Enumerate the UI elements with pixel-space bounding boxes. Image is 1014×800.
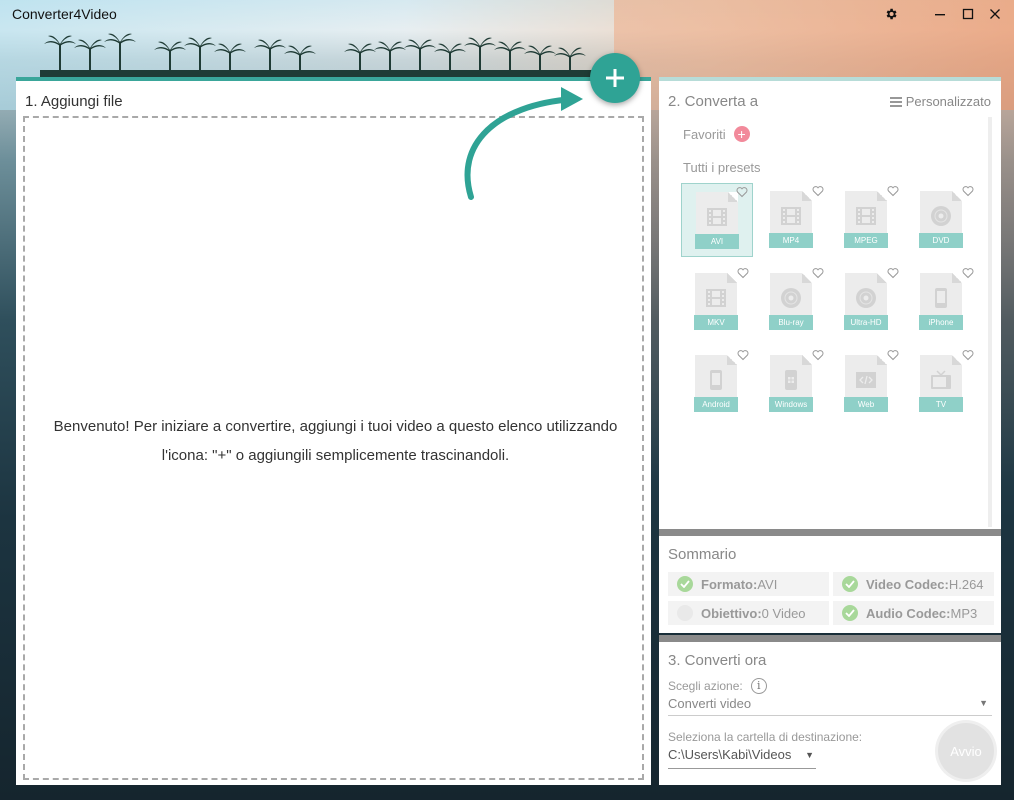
preset-mp4[interactable]: MP4 bbox=[756, 183, 828, 257]
disc-icon bbox=[854, 286, 878, 310]
custom-preset-button[interactable]: Personalizzato bbox=[889, 94, 991, 109]
add-favorite-icon[interactable]: + bbox=[733, 126, 750, 142]
panel-divider bbox=[659, 635, 1001, 642]
convert-to-heading: 2. Converta a bbox=[668, 93, 759, 110]
panel-divider bbox=[659, 529, 1001, 536]
action-value: Converti video bbox=[668, 696, 752, 711]
preset-tv[interactable]: TV bbox=[906, 347, 978, 421]
action-label: Scegli azione: bbox=[668, 679, 743, 693]
phone-icon bbox=[929, 286, 953, 310]
welcome-line-2: l'icona: "+" o aggiungili semplicemente … bbox=[161, 447, 510, 464]
favorite-heart-icon[interactable] bbox=[737, 348, 749, 361]
favorite-heart-icon[interactable] bbox=[736, 185, 748, 198]
welcome-line-1: Benvenuto! Per iniziare a convertire, ag… bbox=[53, 418, 618, 435]
menu-icon bbox=[889, 96, 902, 107]
film-icon bbox=[705, 205, 729, 229]
start-button[interactable]: Avvio bbox=[938, 723, 994, 779]
tv-icon bbox=[929, 368, 953, 392]
destination-label: Seleziona la cartella di destinazione: bbox=[668, 730, 863, 744]
welcome-message: Benvenuto! Per iniziare a convertire, ag… bbox=[45, 412, 626, 470]
check-icon bbox=[677, 576, 693, 592]
preset-dvd[interactable]: DVD bbox=[906, 183, 978, 257]
summary-item-audio-codec: Audio Codec: MP3 bbox=[833, 601, 994, 625]
summary-item-video-codec: Video Codec: H.264 bbox=[833, 572, 994, 596]
palm-trees-decoration bbox=[40, 33, 600, 80]
preset-label: MPEG bbox=[844, 233, 888, 248]
film-icon bbox=[704, 286, 728, 310]
preset-label: Blu-ray bbox=[769, 315, 813, 330]
preset-android[interactable]: Android bbox=[681, 347, 753, 421]
preset-label: Android bbox=[694, 397, 738, 412]
film-icon bbox=[854, 204, 878, 228]
destination-select[interactable]: C:\Users\Kabi\Videos ▼ bbox=[668, 747, 816, 769]
preset-label: MP4 bbox=[769, 233, 813, 248]
favorite-heart-icon[interactable] bbox=[962, 348, 974, 361]
minimize-icon[interactable] bbox=[930, 4, 950, 24]
favorite-heart-icon[interactable] bbox=[887, 266, 899, 279]
preset-mkv[interactable]: MKV bbox=[681, 265, 753, 339]
action-select[interactable]: Converti video ▼ bbox=[668, 696, 992, 716]
chevron-down-icon: ▼ bbox=[805, 750, 814, 760]
preset-label: Windows bbox=[769, 397, 813, 412]
favorite-heart-icon[interactable] bbox=[737, 266, 749, 279]
maximize-icon[interactable] bbox=[958, 4, 978, 24]
favorite-heart-icon[interactable] bbox=[812, 184, 824, 197]
all-presets-label: Tutti i presets bbox=[683, 160, 761, 175]
preset-label: AVI bbox=[695, 234, 739, 249]
preset-windows[interactable]: Windows bbox=[756, 347, 828, 421]
destination-value: C:\Users\Kabi\Videos bbox=[668, 747, 792, 762]
preset-web[interactable]: Web bbox=[831, 347, 903, 421]
summary-panel: Sommario Formato: AVI Video Codec: H.264 O… bbox=[659, 536, 1001, 633]
info-icon[interactable]: i bbox=[750, 678, 767, 694]
favorites-row: Favoriti + bbox=[683, 126, 750, 142]
preset-label: iPhone bbox=[919, 315, 963, 330]
preset-label: MKV bbox=[694, 315, 738, 330]
preset-label: Web bbox=[844, 397, 888, 412]
favorite-heart-icon[interactable] bbox=[887, 348, 899, 361]
convert-now-panel: 3. Converti ora Scegli azione: i Convert… bbox=[659, 642, 1001, 785]
check-icon bbox=[842, 605, 858, 621]
code-icon bbox=[854, 368, 878, 392]
file-drop-zone[interactable]: Benvenuto! Per iniziare a convertire, ag… bbox=[23, 116, 644, 780]
disc-icon bbox=[929, 204, 953, 228]
favorite-heart-icon[interactable] bbox=[812, 266, 824, 279]
disc-icon bbox=[779, 286, 803, 310]
convert-to-panel: 2. Converta a Personalizzato Favoriti + … bbox=[659, 77, 1001, 529]
convert-now-heading: 3. Converti ora bbox=[668, 652, 767, 669]
presets-scrollbar[interactable] bbox=[988, 117, 992, 527]
custom-label: Personalizzato bbox=[905, 94, 991, 109]
favorites-label: Favoriti bbox=[683, 126, 726, 142]
preset-mpeg[interactable]: MPEG bbox=[831, 183, 903, 257]
preset-avi[interactable]: AVI bbox=[681, 183, 753, 257]
favorite-heart-icon[interactable] bbox=[812, 348, 824, 361]
hint-arrow-icon bbox=[464, 87, 583, 200]
app-title: Converter4Video bbox=[12, 6, 117, 22]
plus-icon bbox=[606, 69, 624, 87]
preset-label: Ultra-HD bbox=[844, 315, 888, 330]
phone-icon bbox=[704, 368, 728, 392]
preset-blu-ray[interactable]: Blu-ray bbox=[756, 265, 828, 339]
title-bar: Converter4Video bbox=[0, 0, 1014, 28]
chevron-down-icon: ▼ bbox=[979, 698, 988, 708]
add-file-button[interactable] bbox=[590, 53, 640, 103]
windows-icon bbox=[779, 368, 803, 392]
preset-label: TV bbox=[919, 397, 963, 412]
summary-heading: Sommario bbox=[668, 546, 737, 563]
favorite-heart-icon[interactable] bbox=[962, 266, 974, 279]
preset-ultra-hd[interactable]: Ultra-HD bbox=[831, 265, 903, 339]
film-icon bbox=[779, 204, 803, 228]
gear-icon[interactable] bbox=[881, 4, 901, 24]
summary-item-target: Obiettivo: 0 Video bbox=[668, 601, 829, 625]
action-label-row: Scegli azione: i bbox=[668, 678, 767, 694]
summary-item-format: Formato: AVI bbox=[668, 572, 829, 596]
preset-iphone[interactable]: iPhone bbox=[906, 265, 978, 339]
preset-label: DVD bbox=[919, 233, 963, 248]
favorite-heart-icon[interactable] bbox=[962, 184, 974, 197]
add-files-heading: 1. Aggiungi file bbox=[25, 93, 123, 110]
unchecked-icon bbox=[677, 605, 693, 621]
close-icon[interactable] bbox=[985, 4, 1005, 24]
favorite-heart-icon[interactable] bbox=[887, 184, 899, 197]
check-icon bbox=[842, 576, 858, 592]
